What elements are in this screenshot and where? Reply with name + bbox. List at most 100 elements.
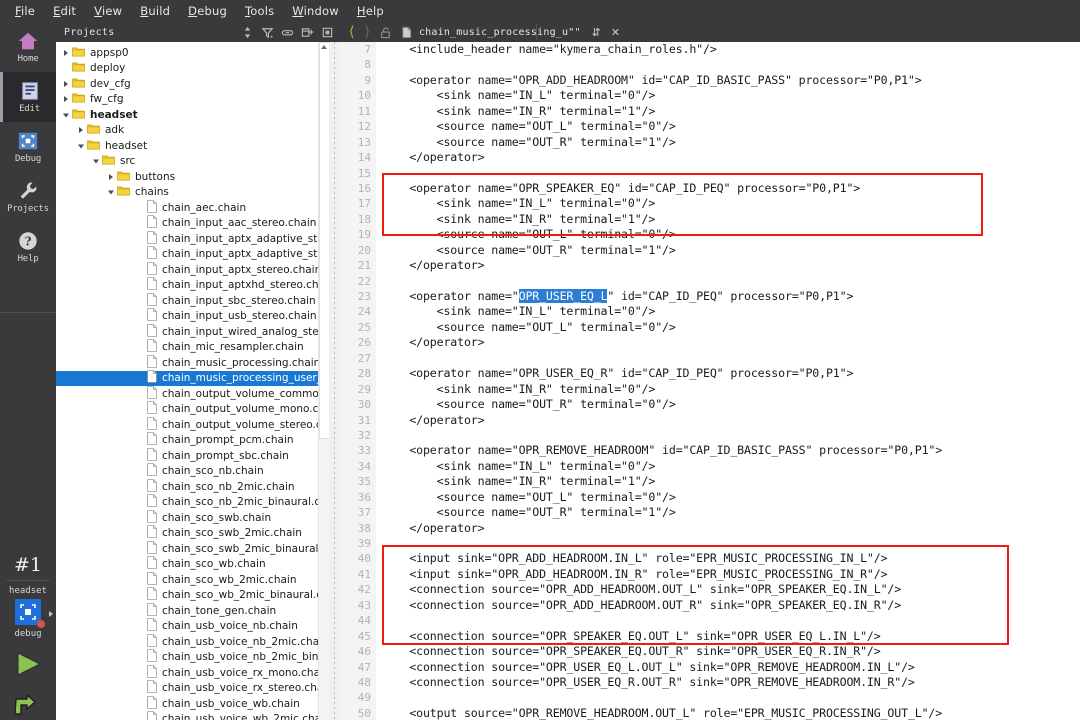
tree-file-node[interactable]: chain_sco_swb_2mic.chain	[56, 525, 329, 542]
tree-file-node[interactable]: chain_input_wired_analog_stereo.chain	[56, 323, 329, 340]
code-line[interactable]: <input sink="OPR_ADD_HEADROOM.IN_L" role…	[376, 551, 1080, 566]
code-line[interactable]: <source name="OUT_R" terminal="1"/>	[376, 505, 1080, 520]
tree-file-node[interactable]: chain_usb_voice_rx_stereo.chain	[56, 680, 329, 697]
code-area[interactable]: 7 8 9 10 11 12 13 14 15 16 17 18 19 20 21 22 23 24 25 26 27 2…	[340, 42, 1080, 720]
code-line[interactable]: <source name="OUT_L" terminal="0"/>	[376, 227, 1080, 242]
code-line[interactable]: <operator name="OPR_SPEAKER_EQ" id="CAP_…	[376, 181, 1080, 196]
tree-file-node[interactable]: chain_output_volume_common.chain	[56, 385, 329, 402]
tree-file-node[interactable]: chain_tone_gen.chain	[56, 602, 329, 619]
menu-item-help[interactable]: Help	[348, 2, 393, 21]
code-line[interactable]: <source name="OUT_R" terminal="1"/>	[376, 243, 1080, 258]
chevron-right-icon[interactable]	[60, 49, 72, 57]
code-line[interactable]: <source name="OUT_R" terminal="1"/>	[376, 135, 1080, 150]
code-line[interactable]: <sink name="IN_L" terminal="0"/>	[376, 304, 1080, 319]
code-line[interactable]: <connection source="OPR_ADD_HEADROOM.OUT…	[376, 582, 1080, 597]
tree-folder-node[interactable]: buttons	[56, 169, 329, 185]
code-line[interactable]: </operator>	[376, 258, 1080, 273]
code-line[interactable]	[376, 536, 1080, 551]
config-expand-arrow-icon[interactable]	[49, 611, 53, 617]
tree-file-node[interactable]: chain_input_aptx_adaptive_stereo.chain	[56, 230, 329, 247]
tree-file-node[interactable]: chain_usb_voice_wb.chain	[56, 695, 329, 712]
project-tree[interactable]: appsp0 deploy dev_cfg fw_cfg headset adk heads…	[56, 42, 329, 720]
selected-text[interactable]: OPR_USER_EQ_L	[518, 289, 608, 303]
tree-file-node[interactable]: chain_sco_nb_2mic.chain	[56, 478, 329, 495]
tree-folder-node[interactable]: fw_cfg	[56, 92, 329, 108]
code-line[interactable]: <input sink="OPR_ADD_HEADROOM.IN_R" role…	[376, 567, 1080, 582]
code-line[interactable]: <operator name="OPR_REMOVE_HEADROOM" id=…	[376, 443, 1080, 458]
tree-file-node[interactable]: chain_music_processing_user_eq.chain	[56, 370, 329, 386]
tree-folder-node[interactable]: headset	[56, 138, 329, 154]
code-line[interactable]: <operator name="OPR_ADD_HEADROOM" id="CA…	[376, 73, 1080, 88]
scroll-up-arrow-icon[interactable]	[321, 45, 327, 49]
updown-chevron-icon[interactable]: ⇵	[587, 26, 606, 39]
link-icon[interactable]	[281, 26, 294, 39]
code-line[interactable]: <include_header name="kymera_chain_roles…	[376, 42, 1080, 57]
chevron-left-icon[interactable]: ⟨	[344, 25, 359, 39]
code-line[interactable]: <operator name="OPR_USER_EQ_R" id="CAP_I…	[376, 366, 1080, 381]
tree-folder-node[interactable]: chains	[56, 185, 329, 201]
tree-file-node[interactable]: chain_input_aptx_stereo.chain	[56, 261, 329, 278]
tree-file-node[interactable]: chain_usb_voice_nb.chain	[56, 618, 329, 635]
rail-item-edit[interactable]: Edit	[0, 72, 56, 122]
chevron-right-icon[interactable]: ⟩	[359, 25, 374, 39]
chevron-down-icon[interactable]	[90, 157, 102, 165]
sort-toggle-icon[interactable]	[241, 26, 254, 39]
code-line[interactable]: <connection source="OPR_USER_EQ_R.OUT_R"…	[376, 675, 1080, 690]
code-line[interactable]: <connection source="OPR_ADD_HEADROOM.OUT…	[376, 598, 1080, 613]
tree-file-node[interactable]: chain_prompt_sbc.chain	[56, 447, 329, 464]
tree-file-node[interactable]: chain_input_aptxhd_stereo.chain	[56, 277, 329, 294]
step-over-button[interactable]	[0, 686, 56, 720]
chevron-down-icon[interactable]	[75, 142, 87, 150]
code-line[interactable]: </operator>	[376, 150, 1080, 165]
tree-file-node[interactable]: chain_usb_voice_nb_2mic.chain	[56, 633, 329, 650]
tree-file-node[interactable]: chain_sco_nb_2mic_binaural.chain	[56, 494, 329, 511]
tree-file-node[interactable]: chain_usb_voice_wb_2mic.chain	[56, 711, 329, 720]
code-line[interactable]	[376, 57, 1080, 72]
code-line[interactable]: <source name="OUT_L" terminal="0"/>	[376, 320, 1080, 335]
rail-item-help[interactable]: ? Help	[0, 222, 56, 272]
code-line[interactable]: <operator name="OPR_USER_EQ_L" id="CAP_I…	[376, 289, 1080, 304]
code-line[interactable]: <sink name="IN_R" terminal="1"/>	[376, 212, 1080, 227]
tree-file-node[interactable]: chain_sco_wb.chain	[56, 556, 329, 573]
close-x-icon[interactable]: ✕	[606, 26, 625, 39]
chevron-right-icon[interactable]	[75, 126, 87, 134]
tree-file-node[interactable]: chain_usb_voice_rx_mono.chain	[56, 664, 329, 681]
code-line[interactable]: <sink name="IN_R" terminal="1"/>	[376, 104, 1080, 119]
code-line[interactable]: <connection source="OPR_SPEAKER_EQ.OUT_L…	[376, 629, 1080, 644]
code-line[interactable]: </operator>	[376, 521, 1080, 536]
tree-folder-node[interactable]: dev_cfg	[56, 76, 329, 92]
tree-file-node[interactable]: chain_mic_resampler.chain	[56, 339, 329, 356]
unlocked-padlock-icon[interactable]	[379, 26, 392, 39]
tree-file-node[interactable]: chain_input_usb_stereo.chain	[56, 308, 329, 325]
tree-file-node[interactable]: chain_sco_wb_2mic.chain	[56, 571, 329, 588]
tree-file-node[interactable]: chain_input_sbc_stereo.chain	[56, 292, 329, 309]
filter-icon[interactable]	[261, 26, 274, 39]
tree-file-node[interactable]: chain_aec.chain	[56, 199, 329, 216]
tree-folder-node[interactable]: src	[56, 154, 329, 170]
code-line[interactable]: <sink name="IN_L" terminal="0"/>	[376, 196, 1080, 211]
code-line[interactable]: <source name="OUT_R" terminal="0"/>	[376, 397, 1080, 412]
tree-folder-node[interactable]: deploy	[56, 61, 329, 77]
rail-item-home[interactable]: Home	[0, 22, 56, 72]
editor-tab-title[interactable]: chain_music_processing_u""	[419, 27, 581, 38]
code-line[interactable]	[376, 428, 1080, 443]
tree-file-node[interactable]: chain_input_aptx_adaptive_stereo_q2q.	[56, 246, 329, 263]
code-line[interactable]	[376, 166, 1080, 181]
code-line[interactable]	[376, 613, 1080, 628]
tree-file-node[interactable]: chain_sco_nb.chain	[56, 463, 329, 480]
tree-file-node[interactable]: chain_input_aac_stereo.chain	[56, 215, 329, 232]
tree-folder-node[interactable]: headset	[56, 107, 329, 123]
debug-target-icon[interactable]	[15, 599, 45, 628]
rail-item-projects[interactable]: Projects	[0, 172, 56, 222]
menu-item-build[interactable]: Build	[131, 2, 179, 21]
menu-item-window[interactable]: Window	[283, 2, 348, 21]
code-line[interactable]	[376, 351, 1080, 366]
run-button[interactable]	[0, 642, 56, 686]
chevron-right-icon[interactable]	[60, 95, 72, 103]
code-text[interactable]: <include_header name="kymera_chain_roles…	[376, 42, 1080, 720]
code-line[interactable]: <output source="OPR_REMOVE_HEADROOM.OUT_…	[376, 706, 1080, 720]
code-line[interactable]: <source name="OUT_L" terminal="0"/>	[376, 119, 1080, 134]
code-line[interactable]: <sink name="IN_L" terminal="0"/>	[376, 459, 1080, 474]
tree-file-node[interactable]: chain_usb_voice_nb_2mic_binaural.chain	[56, 649, 329, 666]
tree-file-node[interactable]: chain_sco_swb_2mic_binaural.chain	[56, 540, 329, 557]
